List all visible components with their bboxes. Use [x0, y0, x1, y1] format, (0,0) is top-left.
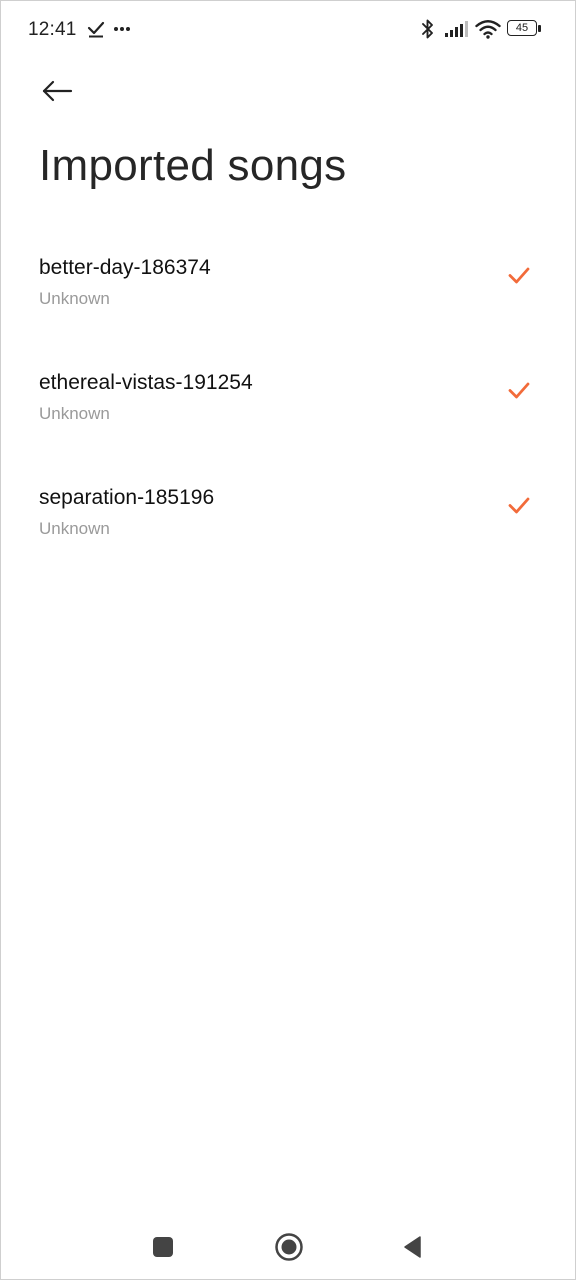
battery-icon: 45 — [507, 20, 543, 38]
recents-square-icon — [153, 1237, 173, 1257]
battery-level: 45 — [515, 22, 529, 34]
signal-icon — [445, 21, 468, 37]
song-title: separation-185196 — [39, 486, 215, 509]
download-done-icon — [87, 21, 105, 38]
more-dots-icon — [114, 27, 130, 31]
checkmark-icon[interactable] — [507, 378, 531, 402]
recents-button[interactable] — [145, 1229, 181, 1265]
status-time: 12:41 — [28, 19, 77, 40]
song-artist: Unknown — [39, 404, 110, 423]
bluetooth-icon — [422, 19, 433, 39]
back-triangle-icon — [404, 1236, 421, 1258]
status-bar: 12:41 45 — [1, 1, 576, 59]
song-list: better-day-186374 Unknown ethereal-vista… — [1, 241, 576, 586]
home-button[interactable] — [271, 1229, 307, 1265]
arrow-left-icon — [42, 80, 73, 102]
song-title: ethereal-vistas-191254 — [39, 371, 253, 394]
navigation-bar — [1, 1215, 576, 1279]
song-item[interactable]: separation-185196 Unknown — [1, 471, 576, 586]
page-title: Imported songs — [39, 141, 347, 190]
song-artist: Unknown — [39, 519, 110, 538]
back-button[interactable] — [33, 71, 81, 111]
checkmark-icon[interactable] — [507, 493, 531, 517]
song-title: better-day-186374 — [39, 256, 211, 279]
wifi-icon — [475, 20, 501, 39]
home-circle-icon — [275, 1233, 303, 1261]
song-artist: Unknown — [39, 289, 110, 308]
checkmark-icon[interactable] — [507, 263, 531, 287]
song-item[interactable]: ethereal-vistas-191254 Unknown — [1, 356, 576, 471]
back-nav-button[interactable] — [395, 1229, 431, 1265]
song-item[interactable]: better-day-186374 Unknown — [1, 241, 576, 356]
